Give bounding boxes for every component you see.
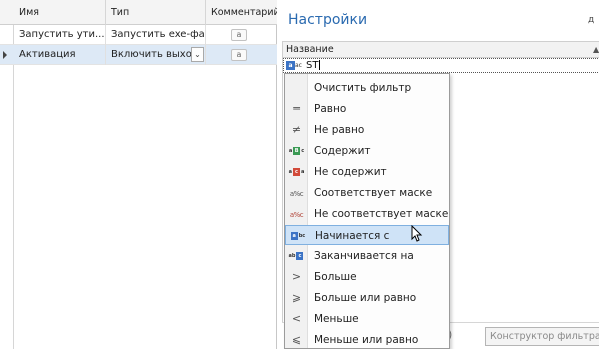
list-column-header[interactable]: Название ▲ — [282, 41, 599, 58]
menu-item-not-like[interactable]: a%c Не соответствует маске — [285, 204, 449, 224]
begins-with-icon: a bc — [290, 232, 306, 240]
current-row-indicator-icon — [3, 51, 7, 59]
rules-grid: Имя Тип Комментарий Запустить ути... Зап… — [0, 0, 277, 349]
not-equal-icon: ≠ — [291, 123, 302, 136]
filter-value: ST — [306, 60, 319, 71]
greater-icon: > — [291, 270, 302, 283]
filter-condition-menu: Очистить фильтр ═ Равно ≠ Не равно aBc С… — [284, 73, 450, 349]
less-icon: < — [291, 312, 302, 325]
cell-type[interactable]: Запустить exe-файл — [106, 25, 206, 45]
menu-item-label: Очистить фильтр — [314, 82, 412, 94]
contains-icon: aBc — [288, 147, 305, 155]
menu-item-label: Не содержит — [314, 166, 387, 178]
not-like-icon: a%c — [289, 211, 304, 219]
cell-name[interactable]: Активация — [14, 45, 106, 65]
equals-icon: ═ — [293, 102, 300, 115]
menu-item-label: Равно — [314, 103, 347, 115]
begins-with-icon[interactable]: a — [286, 61, 295, 70]
menu-item-label: Заканчивается на — [314, 250, 414, 262]
greater-or-equal-icon: ⩾ — [291, 291, 302, 304]
menu-item-clear-filter[interactable]: Очистить фильтр — [285, 78, 449, 98]
comment-edit-button[interactable]: a — [231, 29, 247, 41]
menu-item-equals[interactable]: ═ Равно — [285, 99, 449, 119]
table-row[interactable]: Запустить ути... Запустить exe-файл a — [0, 25, 277, 45]
comment-edit-button[interactable]: a — [231, 49, 247, 61]
panel-corner-text: д — [588, 15, 595, 25]
menu-item-less[interactable]: < Меньше — [285, 309, 449, 329]
auto-filter-row[interactable]: a ac ST — [283, 58, 599, 73]
menu-item-label: Не соответствует маске — [314, 208, 449, 220]
menu-item-label: Меньше или равно — [314, 334, 419, 346]
less-or-equal-icon: ⩽ — [291, 333, 302, 346]
menu-item-contains[interactable]: aBc Содержит — [285, 141, 449, 161]
menu-item-like[interactable]: a%c Соответствует маске — [285, 183, 449, 203]
panel-title: Настройки — [288, 12, 368, 28]
filter-input[interactable]: ST — [306, 59, 321, 73]
menu-item-greater[interactable]: > Больше — [285, 267, 449, 287]
menu-item-not-contains[interactable]: aca Не содержит — [285, 162, 449, 182]
column-header-type[interactable]: Тип — [106, 0, 206, 25]
menu-item-label: Меньше — [314, 313, 359, 325]
menu-item-ends-with[interactable]: ab c Заканчивается на — [285, 246, 449, 266]
menu-item-label: Начинается с — [315, 230, 390, 242]
menu-item-label: Не равно — [314, 124, 365, 136]
like-icon: a%c — [289, 190, 304, 198]
menu-item-less-or-equal[interactable]: ⩽ Меньше или равно — [285, 330, 449, 349]
filter-builder-button[interactable]: Конструктор фильтра... — [485, 327, 599, 346]
ends-with-icon: ab c — [288, 249, 305, 263]
menu-item-label: Больше или равно — [314, 292, 417, 304]
menu-item-label: Больше — [314, 271, 357, 283]
column-header-comment[interactable]: Комментарий — [206, 0, 277, 25]
menu-item-label: Соответствует маске — [314, 187, 433, 199]
not-contains-icon: aca — [288, 168, 305, 176]
mouse-pointer-icon — [411, 225, 423, 242]
menu-item-label: Содержит — [314, 145, 371, 157]
sort-ascending-icon: ▲ — [593, 45, 599, 54]
type-combo-dropdown-button[interactable]: ⌄ — [191, 47, 204, 62]
cell-name[interactable]: Запустить ути... — [14, 25, 106, 45]
table-row[interactable]: Активация Включить выход ⌄ a — [0, 45, 277, 65]
column-header-name[interactable]: Имя — [14, 0, 106, 25]
begins-with-icon-suffix: ac — [295, 62, 302, 69]
column-header-title: Название — [286, 44, 334, 55]
menu-item-greater-or-equal[interactable]: ⩾ Больше или равно — [285, 288, 449, 308]
menu-item-not-equals[interactable]: ≠ Не равно — [285, 120, 449, 140]
grid-header: Имя Тип Комментарий — [0, 0, 277, 25]
